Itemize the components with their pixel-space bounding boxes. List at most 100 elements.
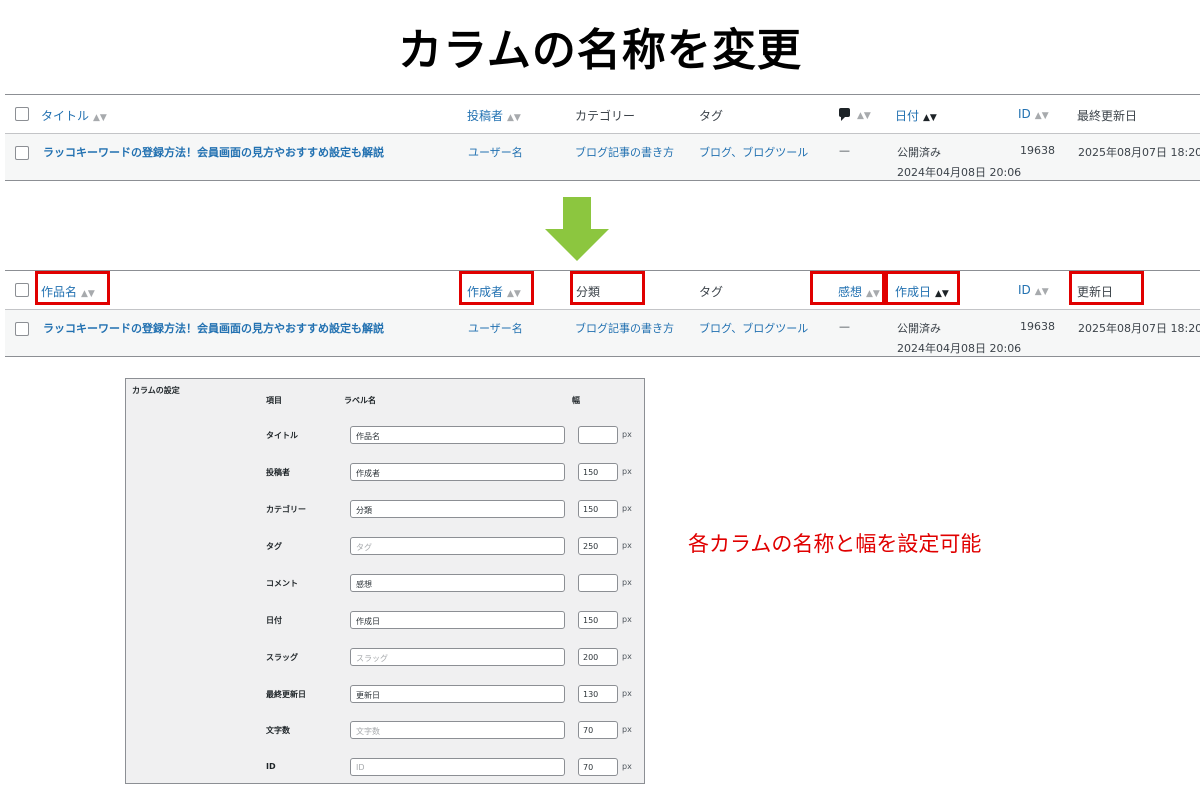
label-name-input[interactable]: 感想 bbox=[350, 574, 565, 592]
settings-item-name: スラッグ bbox=[266, 653, 298, 662]
width-unit: px bbox=[622, 430, 632, 439]
column-settings-panel: カラムの設定 項目 ラベル名 幅 タイトル 作品名 px 投稿者 作成者 150 px カテゴ… bbox=[125, 378, 645, 784]
settings-row: スラッグ スラッグ 200 px bbox=[126, 648, 644, 668]
down-arrow-head-icon bbox=[545, 229, 609, 261]
column-tags-header: タグ bbox=[699, 285, 724, 299]
page-title: カラムの名称を変更 bbox=[398, 25, 802, 76]
width-input[interactable]: 150 bbox=[578, 500, 618, 518]
settings-col-label: ラベル名 bbox=[344, 396, 376, 405]
sort-icon: ▲▼ bbox=[1034, 287, 1049, 297]
select-all-checkbox[interactable] bbox=[15, 107, 29, 121]
table-header: タイトル ▲▼ 投稿者 ▲▼ カテゴリー タグ ▲▼ 日付 ▲▼ ID ▲▼ 最終更新日 bbox=[5, 95, 1200, 134]
width-unit: px bbox=[622, 615, 632, 624]
highlight-box bbox=[810, 271, 885, 305]
post-id: 19638 bbox=[1020, 144, 1055, 157]
sort-icon: ▲▼ bbox=[857, 111, 871, 121]
settings-row: 最終更新日 更新日 130 px bbox=[126, 685, 644, 705]
author-link[interactable]: ユーザー名 bbox=[468, 320, 523, 336]
settings-item-name: カテゴリー bbox=[266, 505, 306, 514]
width-input[interactable]: 70 bbox=[578, 721, 618, 739]
post-date: 公開済み 2024年04月08日 20:06 bbox=[897, 320, 1021, 356]
post-modified: 2025年08月07日 18:20 bbox=[1078, 322, 1200, 335]
settings-row: タイトル 作品名 px bbox=[126, 426, 644, 446]
caption-text: 各カラムの名称と幅を設定可能 bbox=[688, 532, 982, 556]
settings-item-name: 日付 bbox=[266, 616, 282, 625]
width-unit: px bbox=[622, 504, 632, 513]
column-modified-header: 最終更新日 bbox=[1077, 109, 1138, 123]
post-status: 公開済み bbox=[897, 146, 941, 159]
label-name-input[interactable]: 作成日 bbox=[350, 611, 565, 629]
post-title-link[interactable]: ラッコキーワードの登録方法！会員画面の見方やおすすめ設定も解説 bbox=[43, 320, 384, 336]
column-id-header[interactable]: ID ▲▼ bbox=[1018, 283, 1049, 297]
width-input[interactable] bbox=[578, 426, 618, 444]
width-unit: px bbox=[622, 689, 632, 698]
highlight-box bbox=[570, 271, 645, 305]
posts-table-after: 作品名 ▲▼ 作成者 ▲▼ 分類 タグ 感想 ▲▼ 作成日 ▲▼ ID ▲▼ 更新日 ラッ… bbox=[5, 270, 1200, 357]
column-date-header[interactable]: 日付 ▲▼ bbox=[895, 107, 937, 124]
table-row: ラッコキーワードの登録方法！会員画面の見方やおすすめ設定も解説 ユーザー名 ブロ… bbox=[5, 134, 1200, 180]
post-title-link[interactable]: ラッコキーワードの登録方法！会員画面の見方やおすすめ設定も解説 bbox=[43, 144, 384, 160]
width-unit: px bbox=[622, 652, 632, 661]
settings-row: タグ タグ 250 px bbox=[126, 537, 644, 557]
settings-row: 投稿者 作成者 150 px bbox=[126, 463, 644, 483]
row-checkbox[interactable] bbox=[15, 322, 29, 336]
width-unit: px bbox=[622, 762, 632, 771]
highlight-box bbox=[35, 271, 110, 305]
width-input[interactable] bbox=[578, 574, 618, 592]
label-name-input[interactable]: 作品名 bbox=[350, 426, 565, 444]
settings-row: ID ID 70 px bbox=[126, 758, 644, 778]
label-name-input[interactable]: スラッグ bbox=[350, 648, 565, 666]
width-input[interactable]: 70 bbox=[578, 758, 618, 776]
highlight-box bbox=[459, 271, 534, 305]
column-title-header[interactable]: タイトル ▲▼ bbox=[41, 107, 107, 124]
width-unit: px bbox=[622, 541, 632, 550]
label-name-input[interactable]: 文字数 bbox=[350, 721, 565, 739]
post-modified: 2025年08月07日 18:20 bbox=[1078, 146, 1200, 159]
settings-row: 文字数 文字数 70 px bbox=[126, 721, 644, 741]
label-name-input[interactable]: ID bbox=[350, 758, 565, 776]
label-name-input[interactable]: 更新日 bbox=[350, 685, 565, 703]
column-author-header[interactable]: 投稿者 ▲▼ bbox=[467, 107, 521, 124]
settings-item-name: 最終更新日 bbox=[266, 690, 306, 699]
settings-col-width: 幅 bbox=[572, 396, 580, 405]
settings-item-name: 投稿者 bbox=[266, 468, 290, 477]
post-date: 公開済み 2024年04月08日 20:06 bbox=[897, 144, 1021, 180]
settings-item-name: タグ bbox=[266, 542, 282, 551]
table-header: 作品名 ▲▼ 作成者 ▲▼ 分類 タグ 感想 ▲▼ 作成日 ▲▼ ID ▲▼ 更新日 bbox=[5, 271, 1200, 310]
settings-item-name: タイトル bbox=[266, 431, 298, 440]
table-row: ラッコキーワードの登録方法！会員画面の見方やおすすめ設定も解説 ユーザー名 ブロ… bbox=[5, 310, 1200, 356]
width-input[interactable]: 200 bbox=[578, 648, 618, 666]
label-name-input[interactable]: 分類 bbox=[350, 500, 565, 518]
settings-title: カラムの設定 bbox=[132, 386, 180, 395]
post-status: 公開済み bbox=[897, 322, 941, 335]
label-name-input[interactable]: タグ bbox=[350, 537, 565, 555]
settings-col-item: 項目 bbox=[266, 396, 282, 405]
posts-table-before: タイトル ▲▼ 投稿者 ▲▼ カテゴリー タグ ▲▼ 日付 ▲▼ ID ▲▼ 最終更新日… bbox=[5, 94, 1200, 181]
width-input[interactable]: 250 bbox=[578, 537, 618, 555]
width-unit: px bbox=[622, 467, 632, 476]
width-input[interactable]: 150 bbox=[578, 463, 618, 481]
category-link[interactable]: ブログ記事の書き方 bbox=[575, 144, 674, 160]
width-input[interactable]: 130 bbox=[578, 685, 618, 703]
tags-link[interactable]: ブログ、ブログツール bbox=[699, 144, 808, 160]
column-category-header: カテゴリー bbox=[575, 109, 636, 123]
width-unit: px bbox=[622, 578, 632, 587]
width-input[interactable]: 150 bbox=[578, 611, 618, 629]
author-link[interactable]: ユーザー名 bbox=[468, 144, 523, 160]
tags-link[interactable]: ブログ、ブログツール bbox=[699, 320, 808, 336]
settings-item-name: コメント bbox=[266, 579, 298, 588]
width-unit: px bbox=[622, 725, 632, 734]
settings-row: コメント 感想 px bbox=[126, 574, 644, 594]
post-id: 19638 bbox=[1020, 320, 1055, 333]
row-checkbox[interactable] bbox=[15, 146, 29, 160]
select-all-checkbox[interactable] bbox=[15, 283, 29, 297]
sort-icon: ▲▼ bbox=[507, 113, 521, 123]
category-link[interactable]: ブログ記事の書き方 bbox=[575, 320, 674, 336]
column-id-header[interactable]: ID ▲▼ bbox=[1018, 107, 1049, 121]
sort-desc-icon: ▲▼ bbox=[923, 113, 937, 123]
comment-icon[interactable] bbox=[839, 108, 850, 121]
settings-row: カテゴリー 分類 150 px bbox=[126, 500, 644, 520]
label-name-input[interactable]: 作成者 bbox=[350, 463, 565, 481]
highlight-box bbox=[885, 271, 960, 305]
settings-row: 日付 作成日 150 px bbox=[126, 611, 644, 631]
